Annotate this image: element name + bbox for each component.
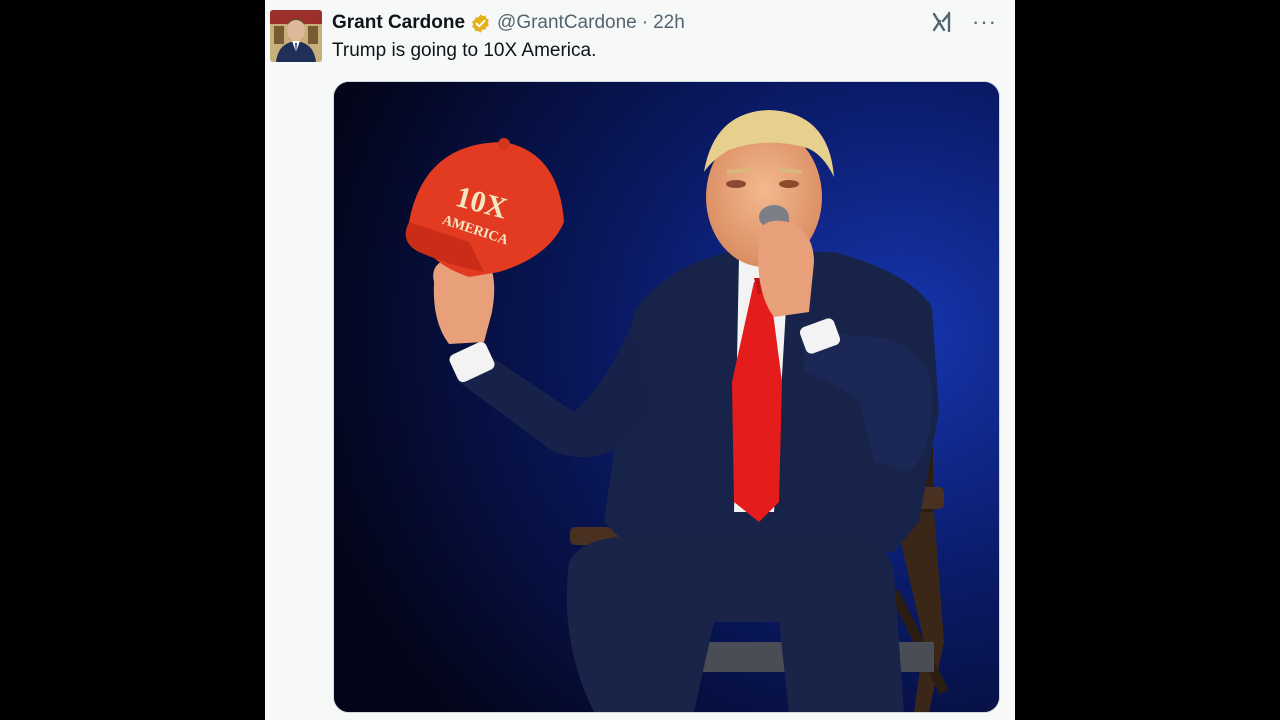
grok-icon[interactable] (932, 10, 954, 34)
tweet-actions: ··· (932, 10, 997, 34)
author-avatar[interactable] (270, 10, 322, 62)
tweet-card[interactable]: Grant Cardone @GrantCardone · 22h ··· Tr… (265, 0, 1015, 720)
tweet-header: Grant Cardone @GrantCardone · 22h (332, 11, 685, 35)
more-options-icon[interactable]: ··· (972, 11, 997, 33)
author-name[interactable]: Grant Cardone (332, 12, 465, 34)
separator-dot: · (641, 12, 649, 33)
verified-badge-icon (470, 13, 491, 34)
tweet-media-photo[interactable]: 10X AMERICA (333, 81, 1000, 713)
tweet-timestamp[interactable]: 22h (653, 12, 685, 34)
author-handle[interactable]: @GrantCardone (497, 12, 637, 34)
tweet-text: Trump is going to 10X America. (332, 40, 597, 61)
